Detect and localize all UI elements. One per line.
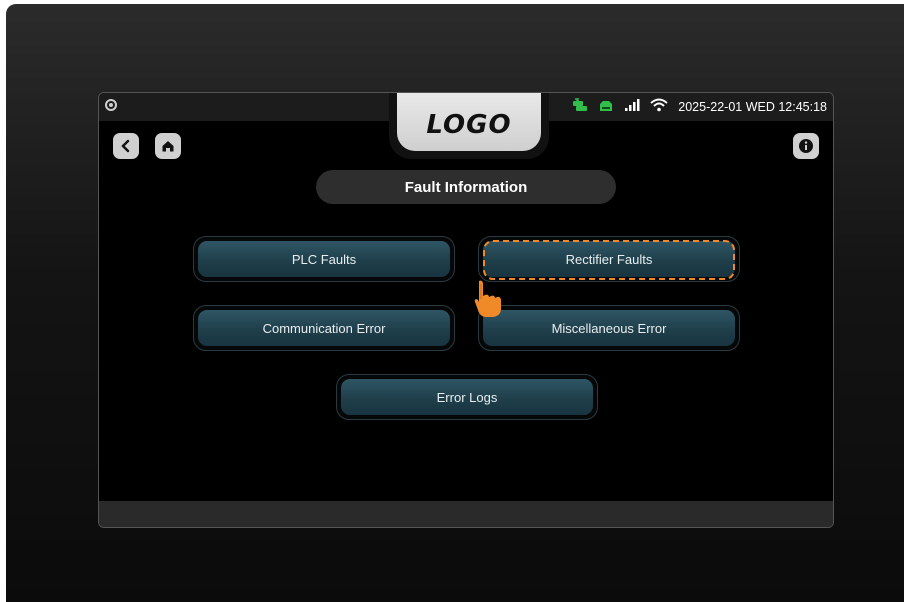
- hand-pointer-icon: [474, 280, 501, 317]
- signal-bars-icon: [624, 98, 640, 117]
- logo-plate: LOGO: [397, 93, 541, 151]
- datetime: 2025-22-01 WED 12:45:18: [678, 100, 827, 114]
- back-button[interactable]: [113, 133, 139, 159]
- info-icon: [799, 139, 813, 153]
- chevron-left-icon: [121, 139, 130, 153]
- bottom-bar: [99, 501, 833, 527]
- network-icon: [598, 98, 614, 117]
- battery-charging-icon: [572, 97, 588, 117]
- miscellaneous-error-button[interactable]: Miscellaneous Error: [483, 310, 735, 346]
- hmi-screen: LOGO 2025-22-01 WED 12:45:18 Fault Infor…: [98, 92, 834, 528]
- plc-faults-button[interactable]: PLC Faults: [198, 241, 450, 277]
- logo: LOGO: [426, 110, 512, 140]
- home-icon: [162, 141, 174, 152]
- camera-icon: [105, 99, 117, 111]
- rectifier-faults-frame: Rectifier Faults: [478, 236, 740, 282]
- communication-error-frame: Communication Error: [193, 305, 455, 351]
- status-icons: 2025-22-01 WED 12:45:18: [572, 97, 827, 117]
- plc-faults-frame: PLC Faults: [193, 236, 455, 282]
- wifi-icon: [650, 98, 668, 117]
- miscellaneous-error-frame: Miscellaneous Error: [478, 305, 740, 351]
- communication-error-button[interactable]: Communication Error: [198, 310, 450, 346]
- info-button[interactable]: [793, 133, 819, 159]
- home-button[interactable]: [155, 133, 181, 159]
- device-frame: LOGO 2025-22-01 WED 12:45:18 Fault Infor…: [6, 4, 904, 602]
- error-logs-button[interactable]: Error Logs: [341, 379, 593, 415]
- page-title: Fault Information: [316, 170, 616, 204]
- rectifier-faults-button[interactable]: Rectifier Faults: [483, 241, 735, 277]
- error-logs-frame: Error Logs: [336, 374, 598, 420]
